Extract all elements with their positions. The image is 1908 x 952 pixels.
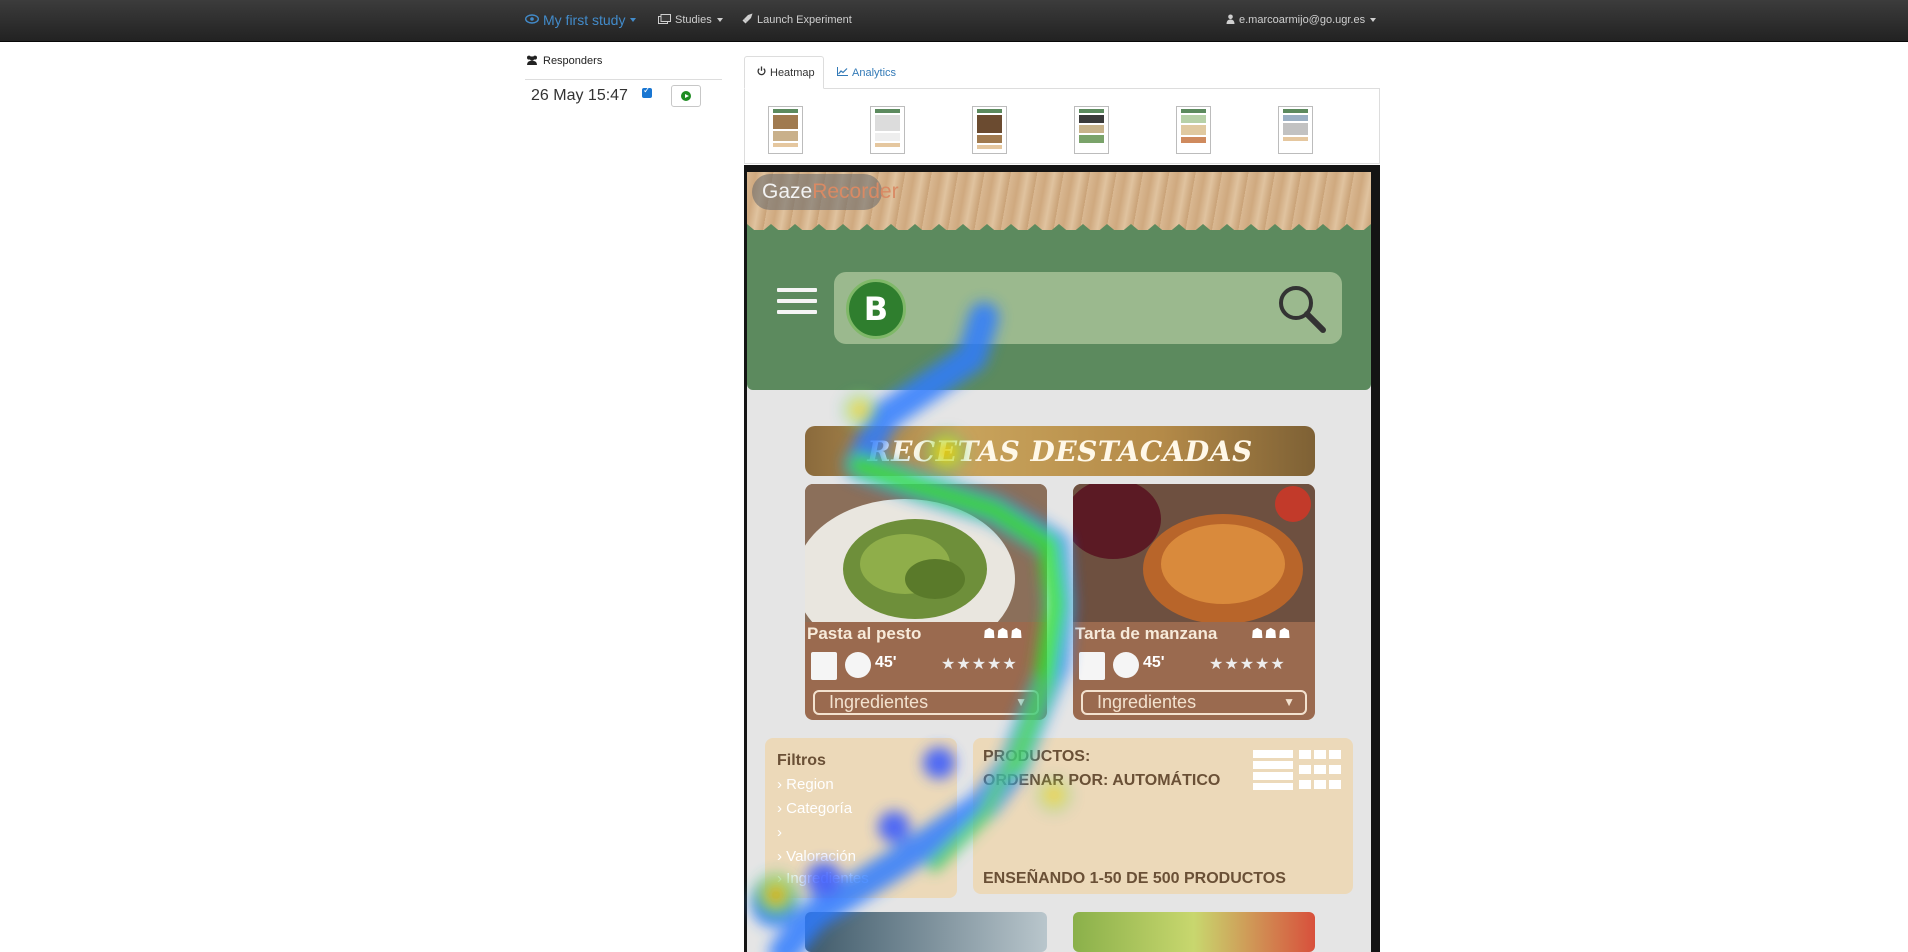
featured-banner: RECETAS DESTACADAS (805, 426, 1315, 476)
page-thumbnails (744, 89, 1380, 164)
launch-label: Launch Experiment (757, 14, 852, 26)
dropdown-arrow-icon: ▼ (1283, 695, 1295, 709)
user-email: e.marcoarmijo@go.ugr.es (1239, 14, 1366, 26)
search-icon[interactable] (1275, 282, 1327, 334)
rating-stars: ★★★★★ (1209, 656, 1286, 673)
rating-stars: ★★★★★ (941, 656, 1018, 673)
page-thumbnail[interactable] (768, 106, 803, 154)
study-menu[interactable]: My first study (524, 0, 637, 40)
eye-icon (524, 13, 540, 27)
difficulty-icons: ☗☗☗ (1251, 625, 1292, 641)
images-icon (658, 13, 671, 27)
recorder-text: Recorder (812, 180, 899, 203)
site-search-bar[interactable] (834, 272, 1342, 344)
page-thumbnail[interactable] (870, 106, 905, 154)
main-panel: Heatmap Analytics Gaze Recorder B RECETA… (744, 42, 1380, 952)
responders-title: Responders (543, 55, 603, 67)
page-container: Responders 26 May 15:47 Heatmap Analytic… (525, 42, 1385, 952)
cutlery-icon (811, 652, 837, 680)
page-thumbnail[interactable] (972, 106, 1007, 154)
filter-ingredients[interactable]: › Ingredientes (777, 870, 869, 887)
filters-panel: Filtros › Region › Categoría › › Valorac… (765, 738, 957, 898)
recipe-time: 45' (875, 654, 897, 671)
user-icon (1226, 14, 1235, 27)
products-panel: PRODUCTOS: ORDENAR POR: AUTOMÁTICO ENSEÑ… (973, 738, 1353, 894)
filter-item[interactable]: › (777, 824, 782, 841)
tab-heatmap[interactable]: Heatmap (744, 56, 824, 89)
responder-date: 26 May 15:47 (531, 87, 628, 104)
hamburger-menu-icon[interactable] (777, 288, 817, 321)
page-thumbnail[interactable] (1176, 106, 1211, 154)
gaze-text: Gaze (762, 180, 813, 203)
play-icon (681, 91, 691, 101)
rocket-icon (742, 13, 753, 27)
products-label: PRODUCTOS: (983, 748, 1091, 765)
gazerecorder-badge: Gaze Recorder (752, 174, 899, 210)
tab-analytics[interactable]: Analytics (825, 56, 908, 89)
apple-pie-image (1073, 484, 1315, 622)
responders-panel: Responders 26 May 15:47 (525, 42, 722, 107)
recipe-card[interactable]: Pasta al pesto ☗☗☗ 45' ★★★★★ Ingrediente… (805, 484, 1047, 720)
recipe-title: Pasta al pesto (807, 624, 922, 643)
filter-region[interactable]: › Region (777, 776, 834, 793)
recorded-page: Gaze Recorder B RECETAS DESTACADAS Pasta… (747, 172, 1371, 952)
dropdown-arrow-icon: ▼ (1015, 695, 1027, 709)
tab-heatmap-label: Heatmap (770, 66, 815, 79)
user-menu[interactable]: e.marcoarmijo@go.ugr.es (1226, 0, 1377, 40)
recipe-time: 45' (1143, 654, 1165, 671)
responder-checkbox[interactable] (642, 85, 652, 98)
site-logo: B (846, 279, 906, 339)
filter-category[interactable]: › Categoría (777, 800, 852, 817)
page-thumbnail[interactable] (1278, 106, 1313, 154)
difficulty-icons: ☗☗☗ (983, 625, 1024, 641)
ingredients-label: Ingredientes (829, 692, 929, 712)
filters-title: Filtros (777, 752, 826, 769)
products-count: ENSEÑANDO 1-50 DE 500 PRODUCTOS (983, 870, 1286, 887)
product-image[interactable] (805, 912, 1047, 952)
study-name: My first study (543, 12, 626, 28)
chevron-down-icon (630, 18, 637, 22)
tab-bar: Heatmap Analytics (744, 56, 1380, 89)
timer-icon (1113, 652, 1139, 678)
heatmap-viewer: Gaze Recorder B RECETAS DESTACADAS Pasta… (744, 165, 1380, 952)
filter-rating[interactable]: › Valoración (777, 848, 856, 865)
line-chart-icon (837, 66, 848, 79)
grid-view-icon[interactable] (1299, 750, 1341, 790)
list-view-icon[interactable] (1253, 750, 1293, 790)
studies-label: Studies (675, 14, 712, 26)
recipe-card[interactable]: Tarta de manzana ☗☗☗ 45' ★★★★★ Ingredien… (1073, 484, 1315, 720)
chevron-down-icon (716, 18, 723, 22)
studies-menu[interactable]: Studies (658, 0, 723, 40)
ingredients-label: Ingredientes (1097, 692, 1197, 712)
launch-experiment-link[interactable]: Launch Experiment (742, 0, 852, 40)
tab-analytics-label: Analytics (852, 66, 897, 79)
featured-title: RECETAS DESTACADAS (867, 434, 1253, 468)
users-icon (525, 55, 539, 68)
ingredients-dropdown[interactable]: Ingredientes ▼ (813, 690, 1039, 715)
responders-header: Responders (525, 43, 722, 80)
power-icon (757, 66, 766, 79)
play-recording-button[interactable] (671, 85, 701, 107)
recipe-title: Tarta de manzana (1075, 624, 1218, 643)
cutlery-icon (1079, 652, 1105, 680)
page-thumbnail[interactable] (1074, 106, 1109, 154)
product-image[interactable] (1073, 912, 1315, 952)
chevron-down-icon (1370, 18, 1377, 22)
timer-icon (845, 652, 871, 678)
top-navbar: My first study Studies Launch Experiment… (0, 0, 1908, 42)
sort-select[interactable]: ORDENAR POR: AUTOMÁTICO (983, 772, 1220, 790)
pasta-image (805, 484, 1047, 622)
ingredients-dropdown[interactable]: Ingredientes ▼ (1081, 690, 1307, 715)
